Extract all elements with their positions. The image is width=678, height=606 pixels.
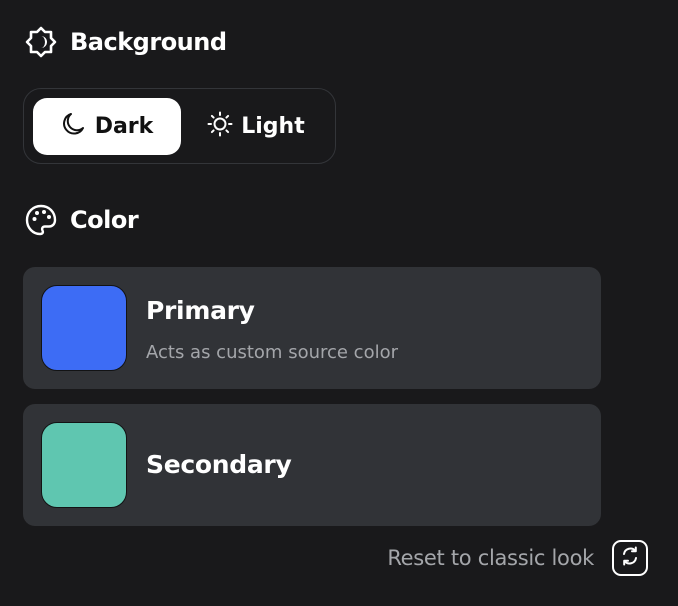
moon-icon	[61, 111, 87, 143]
primary-color-subtitle: Acts as custom source color	[146, 342, 399, 363]
background-section-header: Background	[24, 25, 227, 59]
reset-row: Reset to classic look	[387, 540, 648, 576]
light-mode-button[interactable]: Light	[196, 98, 316, 155]
theme-badge-icon	[24, 25, 58, 59]
dark-mode-button[interactable]: Dark	[33, 98, 181, 155]
theme-settings-panel: Background Dark Light Color Primary Acts…	[0, 0, 678, 606]
reset-button[interactable]	[612, 540, 648, 576]
secondary-color-title: Secondary	[146, 450, 292, 479]
secondary-color-card[interactable]: Secondary	[23, 404, 601, 526]
secondary-color-swatch[interactable]	[41, 422, 127, 508]
color-section-header: Color	[24, 203, 139, 237]
light-mode-label: Light	[241, 114, 305, 139]
sun-icon	[207, 111, 233, 143]
background-mode-toggle: Dark Light	[23, 88, 336, 164]
background-section-title: Background	[70, 28, 227, 56]
primary-color-title: Primary	[146, 296, 255, 325]
dark-mode-label: Dark	[94, 114, 154, 139]
refresh-icon	[619, 545, 641, 571]
reset-label[interactable]: Reset to classic look	[387, 546, 594, 570]
primary-color-card[interactable]: Primary Acts as custom source color	[23, 267, 601, 389]
palette-icon	[24, 203, 58, 237]
primary-color-swatch[interactable]	[41, 285, 127, 371]
color-section-title: Color	[70, 206, 139, 234]
